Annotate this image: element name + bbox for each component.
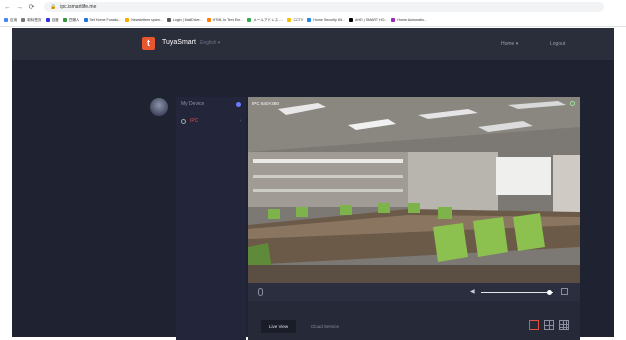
avatar[interactable] xyxy=(150,98,168,116)
bookmarks-bar: 应用 新标签页 百度 豆瓣人 Set Home Functio... Newsletter… xyxy=(0,14,626,27)
bookmark-label: 应用 xyxy=(10,17,18,22)
bookmark-item[interactable]: Home Automatio... xyxy=(391,18,427,22)
logout-link[interactable]: Logout xyxy=(550,41,565,47)
volume-slider[interactable] xyxy=(481,292,553,293)
fullscreen-icon[interactable] xyxy=(561,288,568,295)
device-list-title: My Device xyxy=(181,101,205,107)
bookmark-item[interactable]: メールアドレス -... xyxy=(247,18,283,23)
bookmark-favicon-icon xyxy=(83,18,88,22)
bookmark-item[interactable]: Newsletters spam... xyxy=(125,18,163,22)
bookmark-item[interactable]: 新标签页 xyxy=(21,17,42,23)
brand-name: TuyaSmart xyxy=(162,39,196,46)
tab-cloud-service[interactable]: Cloud Service xyxy=(303,320,347,333)
bookmark-favicon-icon xyxy=(125,18,130,22)
bookmark-label: 豆瓣人 xyxy=(68,17,80,22)
language-select[interactable]: English ▾ xyxy=(200,40,220,46)
bookmark-label: Login | MailDrive... xyxy=(172,18,203,22)
bookmark-label: AHD | SMART HO... xyxy=(355,18,388,22)
device-item-ipc[interactable]: IPC › xyxy=(176,114,246,128)
volume-icon[interactable]: ◀ xyxy=(470,288,475,295)
bookmark-label: 百度 xyxy=(51,17,59,22)
camera-feed[interactable]: IPC 640×360 xyxy=(248,97,580,283)
microphone-icon[interactable] xyxy=(258,288,263,296)
url-text: ipc.ismartlife.me xyxy=(60,4,97,10)
bookmark-favicon-icon xyxy=(21,18,26,22)
bookmark-label: メールアドレス -... xyxy=(253,17,284,22)
tab-live-view[interactable]: Live View xyxy=(261,320,297,333)
reload-icon[interactable]: ⟳ xyxy=(27,3,36,11)
bookmark-favicon-icon xyxy=(349,18,354,22)
bookmark-label: HTML to Text Em... xyxy=(212,18,244,22)
bookmark-favicon-icon xyxy=(206,18,211,22)
bookmark-favicon-icon xyxy=(307,18,312,22)
video-panel: IPC 640×360 ◀ Live View Cloud Service xyxy=(248,97,580,340)
view-tabs-bar: Live View Cloud Service xyxy=(248,301,580,340)
bookmark-item[interactable]: HTML to Text Em... xyxy=(206,18,244,22)
back-icon[interactable]: ← xyxy=(3,4,12,11)
bookmark-favicon-icon xyxy=(391,18,396,22)
tuya-logo: t xyxy=(142,37,155,50)
bookmark-item[interactable]: Set Home Functio... xyxy=(83,18,122,22)
chevron-right-icon: › xyxy=(239,118,241,124)
camera-name: IPC xyxy=(252,101,260,106)
tuya-app: t TuyaSmart English ▾ Home ▾ Logout My D… xyxy=(12,28,614,340)
bookmark-favicon-icon xyxy=(45,18,50,22)
bookmark-label: 新标签页 xyxy=(27,17,42,22)
bookmark-favicon-icon xyxy=(287,18,292,22)
bookmark-favicon-icon xyxy=(62,18,67,22)
camera-icon xyxy=(181,118,186,124)
device-list-panel: My Device IPC › xyxy=(176,97,246,340)
bookmark-item[interactable]: 应用 xyxy=(4,18,17,23)
bookmark-item[interactable]: Login | MailDrive... xyxy=(166,18,203,22)
bookmark-label: Home Automatio... xyxy=(397,18,427,22)
video-label: IPC 640×360 xyxy=(252,101,279,106)
forward-icon[interactable]: → xyxy=(15,4,24,11)
url-input[interactable]: 🔒 ipc.ismartlife.me xyxy=(44,2,604,12)
nine-view-icon[interactable] xyxy=(559,320,569,330)
bookmark-label: CCTV xyxy=(293,18,304,22)
lock-icon: 🔒 xyxy=(50,4,57,10)
bookmark-item[interactable]: 豆瓣人 xyxy=(62,17,80,23)
stream-resolution: 640×360 xyxy=(260,101,279,106)
bookmark-label: Set Home Functio... xyxy=(89,18,122,22)
home-menu[interactable]: Home ▾ xyxy=(501,41,518,47)
bookmark-item[interactable]: CCTV xyxy=(287,18,303,22)
bookmark-item[interactable]: AHD | SMART HO... xyxy=(349,18,387,22)
top-navigation: t TuyaSmart English ▾ Home ▾ Logout xyxy=(12,28,614,60)
bookmark-favicon-icon xyxy=(4,18,8,22)
bookmark-item[interactable]: Home Security Kit... xyxy=(307,18,345,22)
device-list-header: My Device xyxy=(176,97,246,111)
address-bar-row: ← → ⟳ 🔒 ipc.ismartlife.me xyxy=(0,0,626,14)
device-label: IPC xyxy=(190,118,199,124)
bookmark-favicon-icon xyxy=(166,18,171,22)
camera-feed-image xyxy=(248,97,580,283)
bookmark-favicon-icon xyxy=(247,18,252,22)
browser-window: ← → ⟳ 🔒 ipc.ismartlife.me 应用 新标签页 百度 豆瓣人 Set… xyxy=(0,0,626,340)
bookmark-item[interactable]: 百度 xyxy=(45,17,59,23)
power-icon[interactable] xyxy=(570,101,575,106)
quad-view-icon[interactable] xyxy=(544,320,554,330)
bookmark-label: Home Security Kit... xyxy=(313,18,346,22)
settings-dot-icon[interactable] xyxy=(236,101,241,107)
bookmark-label: Newsletters spam... xyxy=(131,18,163,22)
single-view-icon[interactable] xyxy=(529,320,539,330)
player-controls: ◀ xyxy=(248,283,580,301)
volume-slider-handle[interactable] xyxy=(546,290,552,295)
